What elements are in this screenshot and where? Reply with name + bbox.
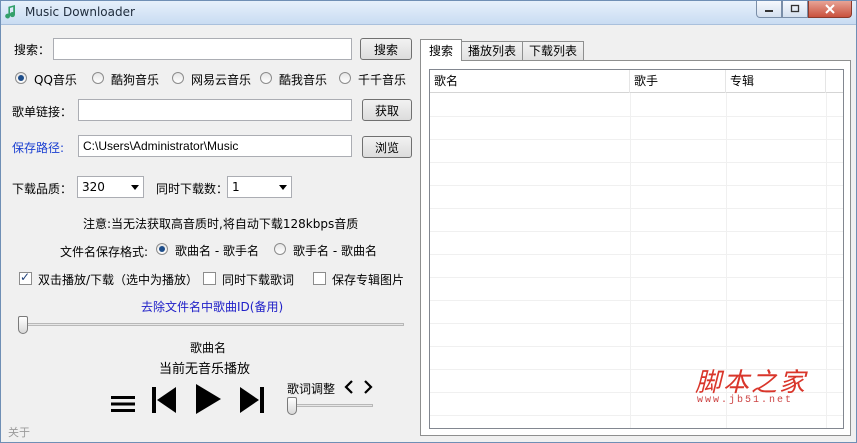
source-label-1[interactable]: 酷狗音乐 bbox=[111, 71, 159, 88]
filename-format-label: 文件名保存格式: bbox=[60, 245, 149, 259]
source-label-2[interactable]: 网易云音乐 bbox=[191, 71, 251, 88]
chevron-left-icon[interactable] bbox=[343, 379, 355, 395]
fetch-button[interactable]: 获取 bbox=[362, 99, 412, 121]
window-controls bbox=[756, 1, 852, 19]
music-note-icon bbox=[5, 5, 16, 19]
lyrics-adjust-label: 歌词调整 bbox=[287, 382, 336, 396]
maximize-icon bbox=[790, 4, 800, 13]
playlist-link-label: 歌单链接： bbox=[12, 105, 73, 119]
window-title: Music Downloader bbox=[25, 5, 135, 19]
source-label-4[interactable]: 千千音乐 bbox=[358, 71, 406, 88]
save-path-label[interactable]: 保存路径: bbox=[12, 139, 64, 156]
filename-format-label-0[interactable]: 歌曲名 - 歌手名 bbox=[175, 242, 259, 259]
option-checkbox-2[interactable] bbox=[313, 272, 326, 285]
about-link[interactable]: 关于 bbox=[8, 424, 30, 440]
grid-row-line bbox=[430, 346, 843, 347]
grid-column-line bbox=[826, 93, 827, 428]
close-icon bbox=[825, 4, 835, 14]
next-track-icon[interactable] bbox=[238, 385, 266, 415]
maximize-button[interactable] bbox=[782, 1, 808, 18]
option-label-0[interactable]: 双击播放/下载（选中为播放） bbox=[38, 271, 198, 288]
tab-1[interactable]: 播放列表 bbox=[461, 41, 524, 61]
source-label-3[interactable]: 酷我音乐 bbox=[279, 71, 327, 88]
playback-progress-thumb[interactable] bbox=[18, 316, 28, 334]
playback-progress-track[interactable] bbox=[19, 323, 404, 326]
grid-row-line bbox=[430, 116, 843, 117]
playlist-link-input[interactable] bbox=[78, 99, 352, 121]
close-button[interactable] bbox=[808, 1, 852, 18]
concurrency-label: 同时下载数： bbox=[156, 182, 229, 196]
filename-format-label-1[interactable]: 歌手名 - 歌曲名 bbox=[293, 242, 377, 259]
concurrency-value: 1 bbox=[232, 180, 240, 194]
grid-row-line bbox=[430, 323, 843, 324]
quality-value: 320 bbox=[82, 180, 105, 194]
source-radio-4[interactable] bbox=[339, 72, 351, 84]
source-label-0[interactable]: QQ音乐 bbox=[34, 71, 77, 88]
minimize-button[interactable] bbox=[756, 1, 782, 18]
grid-row-line bbox=[430, 185, 843, 186]
grid-row-line bbox=[430, 415, 843, 416]
grid-row-line bbox=[430, 139, 843, 140]
lyrics-offset-thumb[interactable] bbox=[287, 397, 297, 415]
option-label-1[interactable]: 同时下载歌词 bbox=[222, 271, 294, 288]
source-radio-1[interactable] bbox=[92, 72, 104, 84]
save-path-input[interactable]: C:\Users\Administrator\Music bbox=[78, 135, 352, 157]
quality-label: 下载品质： bbox=[12, 182, 73, 196]
song-name-label: 歌曲名 bbox=[190, 341, 227, 355]
filename-format-radio-1[interactable] bbox=[274, 243, 286, 255]
playlist-icon[interactable] bbox=[109, 393, 137, 415]
watermark-text: 脚本之家 bbox=[695, 368, 808, 398]
search-button[interactable]: 搜索 bbox=[360, 38, 412, 60]
quality-select[interactable]: 320 bbox=[77, 176, 144, 198]
tab-2[interactable]: 下载列表 bbox=[522, 41, 585, 61]
list-header: 歌名 歌手 专辑 bbox=[430, 70, 843, 93]
grid-row-line bbox=[430, 300, 843, 301]
browse-button[interactable]: 浏览 bbox=[362, 136, 412, 158]
search-label: 搜索： bbox=[14, 43, 51, 57]
option-checkbox-1[interactable] bbox=[203, 272, 216, 285]
grid-row-line bbox=[430, 162, 843, 163]
grid-row-line bbox=[430, 277, 843, 278]
quality-notice: 注意:当无法获取高音质时,将自动下载128kbps音质 bbox=[83, 217, 359, 231]
filename-format-radio-0[interactable] bbox=[156, 243, 168, 255]
tab-0[interactable]: 搜索 bbox=[420, 39, 463, 61]
play-icon[interactable] bbox=[193, 382, 223, 416]
column-header-song[interactable]: 歌名 bbox=[430, 70, 630, 93]
option-label-2[interactable]: 保存专辑图片 bbox=[332, 271, 404, 288]
search-input[interactable] bbox=[53, 38, 352, 60]
option-checkbox-0[interactable] bbox=[19, 270, 32, 285]
concurrency-select[interactable]: 1 bbox=[227, 176, 292, 198]
title-bar[interactable]: Music Downloader bbox=[1, 1, 856, 25]
previous-track-icon[interactable] bbox=[150, 385, 178, 415]
column-header-album[interactable]: 专辑 bbox=[726, 70, 826, 93]
column-header-artist[interactable]: 歌手 bbox=[630, 70, 726, 93]
grid-row-line bbox=[430, 254, 843, 255]
playback-status: 当前无音乐播放 bbox=[159, 362, 251, 377]
minimize-icon bbox=[765, 10, 773, 12]
source-radio-3[interactable] bbox=[260, 72, 272, 84]
watermark-url: www.jb51.net bbox=[697, 395, 794, 406]
main-client: 搜索： 搜索 QQ音乐 酷狗音乐 网易云音乐 酷我音乐 千千音乐 歌单链接： 获取 保存… bbox=[1, 26, 856, 442]
lyrics-offset-track[interactable] bbox=[289, 404, 373, 407]
tab-bar: 搜索 播放列表 下载列表 bbox=[420, 39, 585, 61]
remove-song-id-link[interactable]: 去除文件名中歌曲ID(备用) bbox=[141, 298, 283, 315]
source-radio-0[interactable] bbox=[15, 72, 27, 84]
grid-row-line bbox=[430, 208, 843, 209]
chevron-right-icon[interactable] bbox=[362, 379, 374, 395]
chevron-down-icon bbox=[279, 185, 287, 190]
app-window: Music Downloader 搜索： 搜索 QQ音乐 酷狗音乐 网易云音乐 酷我音… bbox=[0, 0, 857, 443]
watermark: 脚本之家 www.jb51.net bbox=[695, 362, 825, 412]
source-radio-2[interactable] bbox=[172, 72, 184, 84]
chevron-down-icon bbox=[131, 185, 139, 190]
grid-row-line bbox=[430, 231, 843, 232]
grid-column-line bbox=[630, 93, 631, 428]
